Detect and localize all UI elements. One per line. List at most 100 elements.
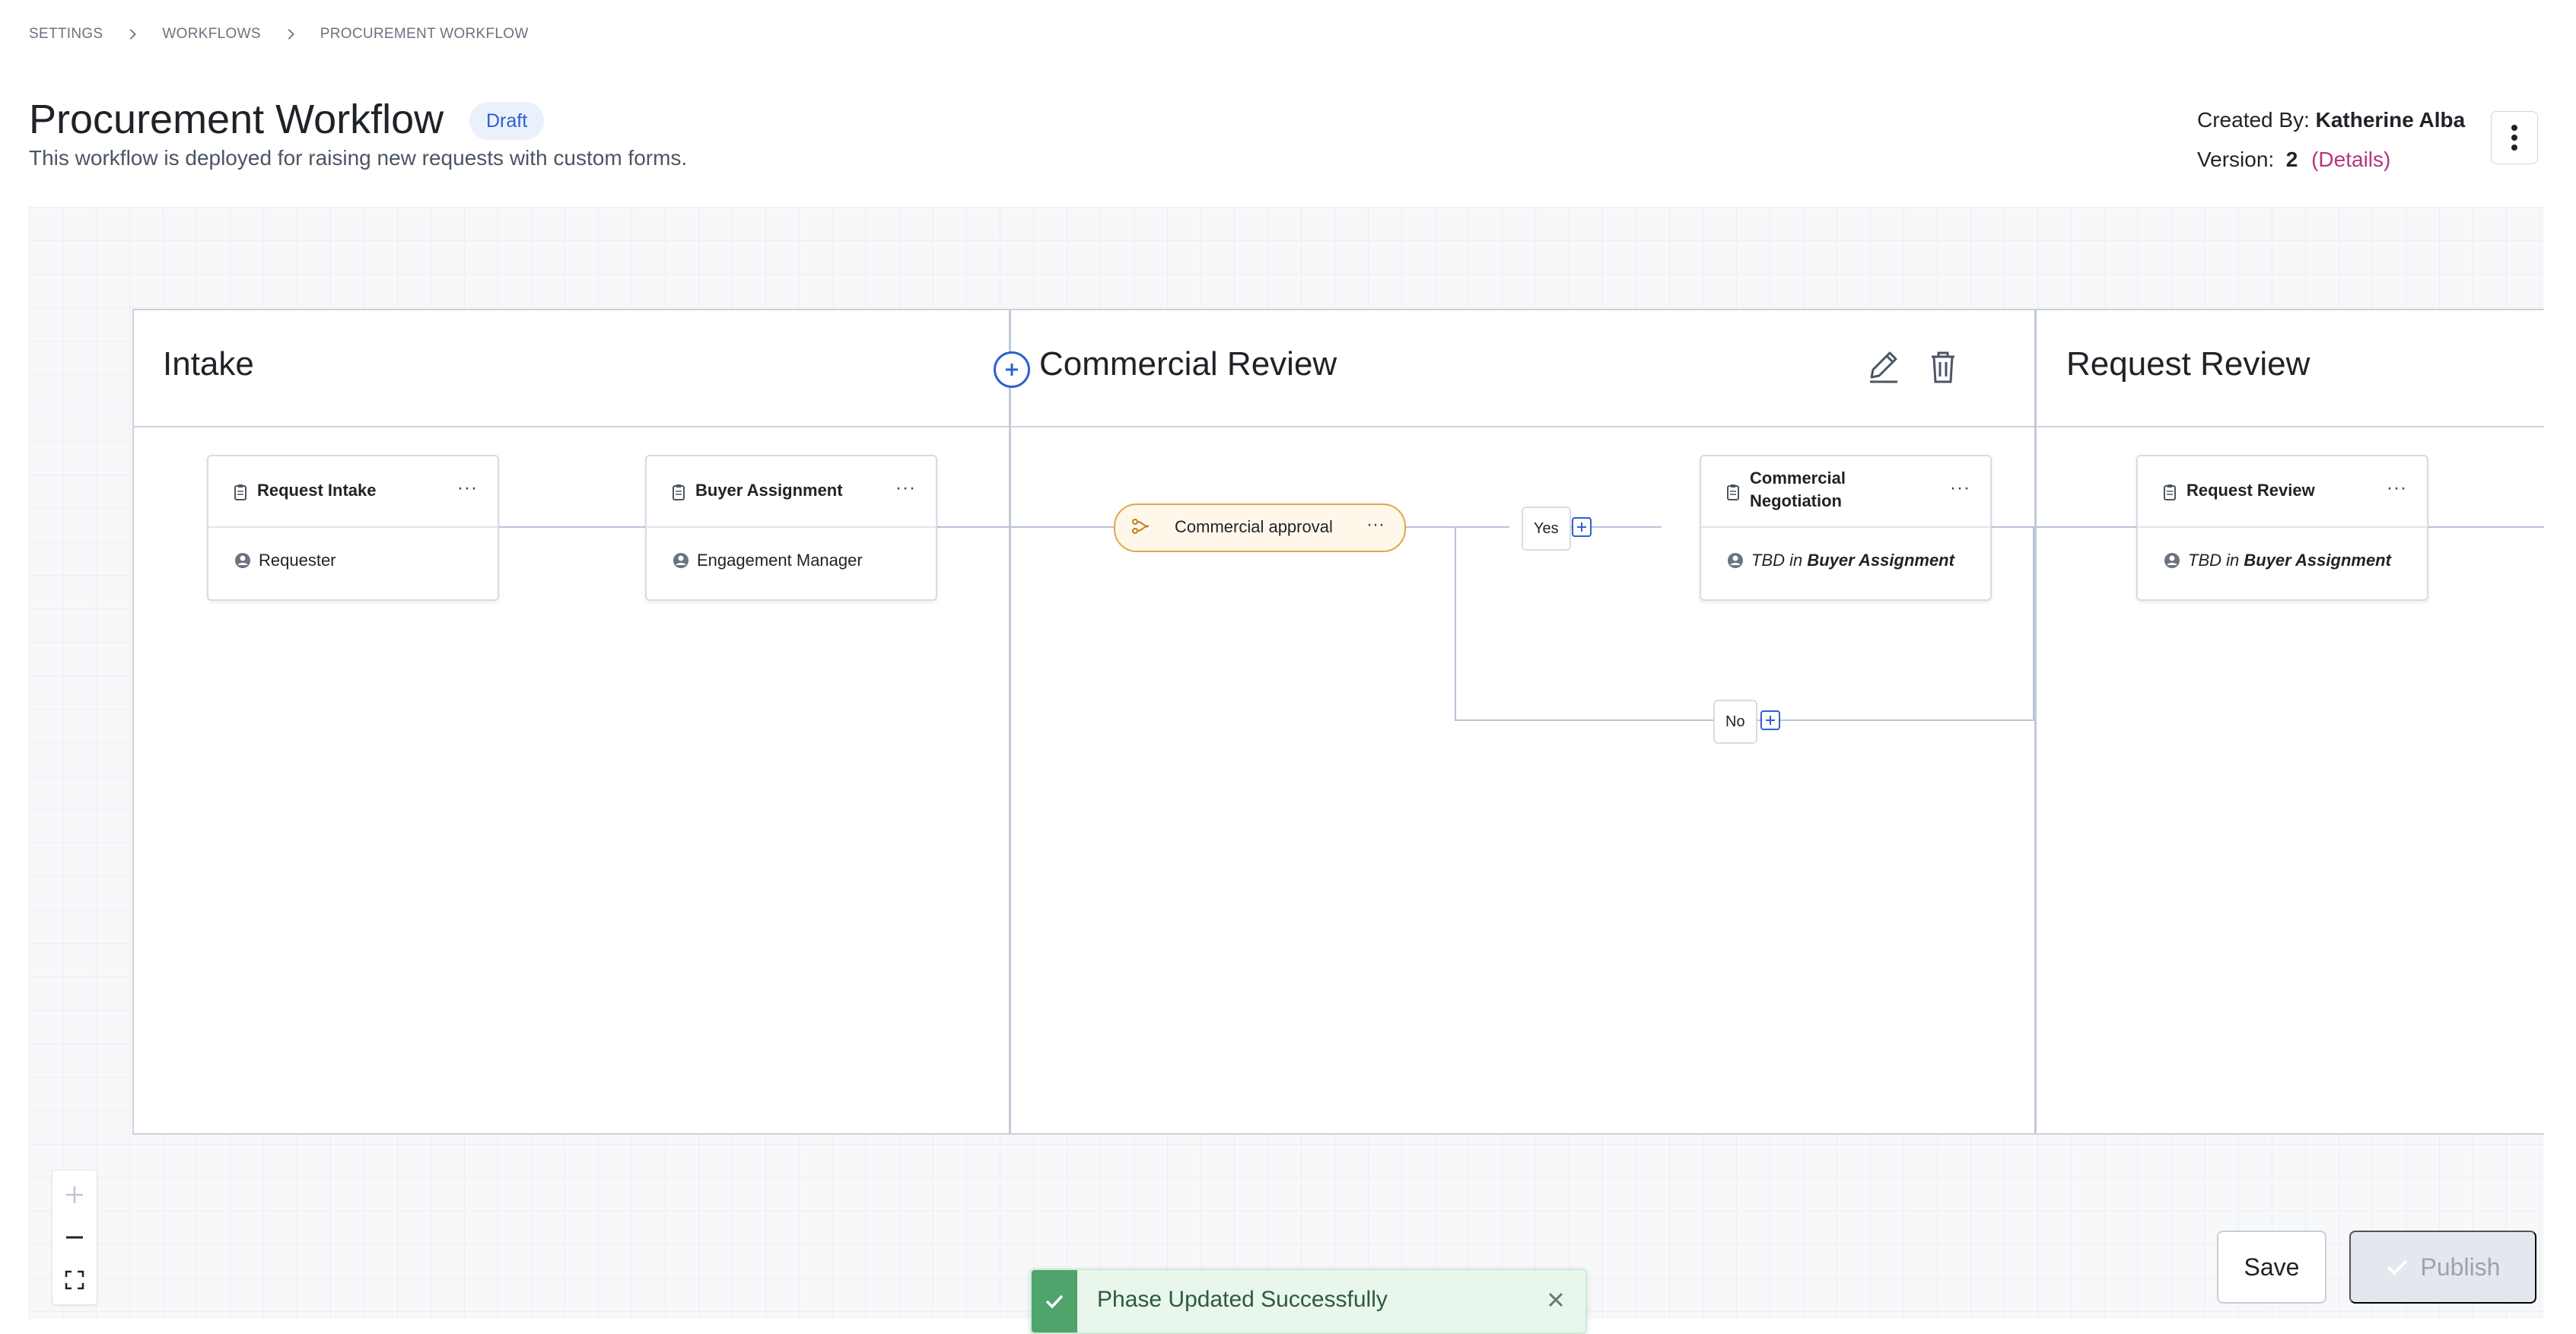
trash-icon xyxy=(1932,351,1954,383)
phase-board: Intake Commercial Review Request Review xyxy=(132,309,2544,1135)
workflow-meta: Created By: Katherine Alba Version: 2 (D… xyxy=(2197,100,2465,179)
step-title: Commercial Negotiation xyxy=(1750,467,1937,513)
decision-label: Commercial approval xyxy=(1175,517,1333,536)
zoom-controls xyxy=(52,1170,97,1305)
clipboard-icon xyxy=(234,484,246,500)
workflow-canvas[interactable]: Intake Commercial Review Request Review xyxy=(29,207,2544,1319)
step-title-line: Commercial xyxy=(1750,468,1846,488)
decision-commercial-approval[interactable]: Commercial approval ··· xyxy=(1114,503,1406,552)
step-menu-button[interactable]: ··· xyxy=(2387,478,2407,499)
minus-icon xyxy=(66,1236,83,1239)
step-title-line: Negotiation xyxy=(1750,491,1842,510)
fullscreen-icon xyxy=(65,1270,84,1290)
step-assignee: Requester xyxy=(234,551,490,570)
delete-phase-button[interactable] xyxy=(1925,345,1961,388)
check-icon xyxy=(2387,1259,2407,1275)
step-title: Request Review xyxy=(2186,481,2315,500)
decision-menu-button[interactable]: ··· xyxy=(1366,505,1385,545)
created-by-name: Katherine Alba xyxy=(2315,108,2466,132)
created-by-label: Created By: xyxy=(2197,108,2310,132)
connector xyxy=(2033,526,2034,721)
phase-header: Request Review xyxy=(2036,310,2544,427)
status-badge: Draft xyxy=(469,102,545,140)
branch-yes: Yes xyxy=(1522,507,1571,551)
version-number: 2 xyxy=(2285,148,2298,171)
card-header: Buyer Assignment ··· xyxy=(647,456,936,528)
phase-title: Intake xyxy=(163,345,254,383)
plus-icon xyxy=(1577,522,1586,532)
breadcrumb-settings[interactable]: SETTINGS xyxy=(29,26,103,43)
plus-icon xyxy=(66,1186,83,1203)
branch-icon xyxy=(1132,519,1150,534)
clipboard-icon xyxy=(1727,484,1739,500)
breadcrumb: SETTINGS WORKFLOWS PROCUREMENT WORKFLOW xyxy=(29,24,529,44)
step-title: Buyer Assignment xyxy=(695,481,843,500)
step-request-intake[interactable]: Request Intake ··· Requester xyxy=(207,455,499,601)
step-menu-button[interactable]: ··· xyxy=(1950,478,1970,499)
phase-title: Commercial Review xyxy=(1039,345,1337,383)
fit-view-button[interactable] xyxy=(52,1259,97,1301)
assignee-name: Engagement Manager xyxy=(697,551,863,570)
plus-icon xyxy=(1006,364,1018,376)
card-header: Request Review ··· xyxy=(2138,456,2427,528)
step-assignee: TBD in Buyer Assignment xyxy=(1727,551,1983,570)
add-step-yes-button[interactable] xyxy=(1572,517,1592,537)
step-menu-button[interactable]: ··· xyxy=(457,478,478,499)
step-commercial-negotiation[interactable]: Commercial Negotiation ··· TBD in Buyer … xyxy=(1700,455,1992,601)
chevron-right-icon xyxy=(103,27,162,41)
phase-header: Commercial Review xyxy=(1010,310,2034,427)
assignee-prefix: TBD xyxy=(2188,551,2221,570)
save-button[interactable]: Save xyxy=(2217,1231,2326,1304)
phase-intake: Intake xyxy=(134,310,1009,1133)
zoom-in-button[interactable] xyxy=(52,1174,97,1216)
phase-header: Intake xyxy=(134,310,1009,427)
toast-message: Phase Updated Successfully xyxy=(1097,1287,1388,1312)
success-toast: Phase Updated Successfully xyxy=(1030,1269,1587,1334)
phase-title: Request Review xyxy=(2066,345,2310,383)
edit-phase-button[interactable] xyxy=(1865,345,1902,388)
step-request-review[interactable]: Request Review ··· TBD in Buyer Assignme… xyxy=(2136,455,2428,601)
user-icon xyxy=(1728,553,1743,568)
chevron-right-icon xyxy=(261,27,320,41)
assignee-ref: Buyer Assignment xyxy=(2244,551,2391,570)
step-menu-button[interactable]: ··· xyxy=(895,478,916,499)
version-label: Version: xyxy=(2197,148,2275,171)
toast-status-bar xyxy=(1032,1270,1077,1332)
user-icon xyxy=(673,553,689,568)
clipboard-icon xyxy=(2164,484,2176,500)
close-toast-button[interactable] xyxy=(1543,1287,1569,1313)
connector xyxy=(1455,526,1509,528)
phase-request-review: Request Review xyxy=(2036,310,2544,1133)
add-step-no-button[interactable] xyxy=(1760,710,1780,730)
pencil-icon xyxy=(1870,351,1897,383)
step-assignee: TBD in Buyer Assignment xyxy=(2164,551,2419,570)
add-phase-button[interactable] xyxy=(994,351,1030,388)
breadcrumb-workflows[interactable]: WORKFLOWS xyxy=(162,26,260,43)
step-assignee: Engagement Manager xyxy=(673,551,928,570)
user-icon xyxy=(235,553,250,568)
assignee-text: TBD in Buyer Assignment xyxy=(2188,551,2391,570)
assignee-text: TBD in Buyer Assignment xyxy=(1751,551,1954,570)
branch-label: Yes xyxy=(1534,519,1559,537)
details-link[interactable]: (Details) xyxy=(2311,148,2390,171)
zoom-out-button[interactable] xyxy=(52,1216,97,1259)
publish-button[interactable]: Publish xyxy=(2349,1231,2536,1304)
more-options-button[interactable] xyxy=(2491,111,2538,164)
assignee-prefix: TBD xyxy=(1751,551,1785,570)
created-by: Created By: Katherine Alba xyxy=(2197,100,2465,140)
assignee-in: in xyxy=(2226,551,2240,570)
version: Version: 2 (Details) xyxy=(2197,140,2465,179)
publish-label: Publish xyxy=(2420,1253,2501,1281)
assignee-in: in xyxy=(1789,551,1803,570)
kebab-icon xyxy=(2511,125,2517,151)
close-icon xyxy=(1548,1292,1563,1307)
plus-icon xyxy=(1766,716,1775,725)
branch-no: No xyxy=(1713,700,1757,744)
step-buyer-assignment[interactable]: Buyer Assignment ··· Engagement Manager xyxy=(645,455,937,601)
branch-label: No xyxy=(1725,713,1745,730)
assignee-ref: Buyer Assignment xyxy=(1807,551,1954,570)
phase-commercial-review: Commercial Review xyxy=(1010,310,2034,1133)
step-title: Request Intake xyxy=(257,481,377,500)
card-header: Commercial Negotiation ··· xyxy=(1701,456,1990,528)
user-icon xyxy=(2164,553,2180,568)
